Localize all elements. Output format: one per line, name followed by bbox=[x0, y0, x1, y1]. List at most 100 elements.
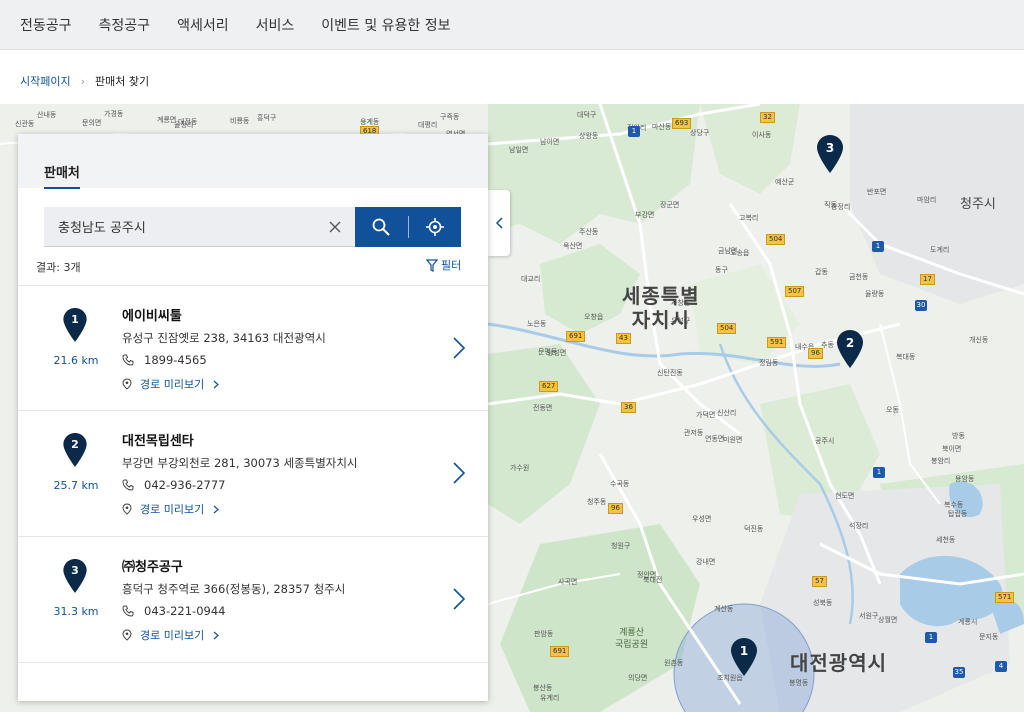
road-shield: 504 bbox=[717, 323, 737, 334]
result-item-1[interactable]: 1 21.6 km 에이비씨툴 유성구 진잠옛로 238, 34163 대전광역… bbox=[18, 285, 488, 411]
map-place-label: 옥산면 bbox=[563, 242, 583, 250]
road-shield: 35 bbox=[953, 667, 965, 678]
map-place-label: 현도면 bbox=[835, 492, 855, 500]
result-pin-number: 2 bbox=[71, 438, 79, 451]
panel-collapse-button[interactable] bbox=[488, 190, 510, 256]
nav-item-events-info[interactable]: 이벤트 및 유용한 정보 bbox=[321, 15, 450, 35]
road-shield: 627 bbox=[539, 381, 559, 392]
map-place-label: 가수원 bbox=[510, 464, 530, 472]
map-place-label: 추동 bbox=[821, 341, 834, 349]
chevron-right-icon[interactable] bbox=[452, 587, 466, 611]
map-pin-3[interactable]: 3 bbox=[817, 135, 843, 173]
chevron-right-icon[interactable] bbox=[452, 461, 466, 485]
road-shield: 36 bbox=[621, 402, 636, 413]
nav-item-service[interactable]: 서비스 bbox=[256, 15, 295, 35]
dealer-address: 유성구 진잠옛로 238, 34163 대전광역시 bbox=[122, 331, 326, 345]
nav-item-power-tools[interactable]: 전동공구 bbox=[20, 15, 72, 35]
result-pin-number: 3 bbox=[71, 564, 79, 577]
dealer-phone[interactable]: 1899-4565 bbox=[144, 353, 207, 367]
map-place-label: 상왕동 bbox=[579, 132, 599, 140]
map-place-label: 남일면 bbox=[509, 146, 529, 154]
road-shield: 691 bbox=[550, 646, 570, 657]
breadcrumb: 시작페이지 › 판매처 찾기 bbox=[20, 72, 149, 90]
map-pin-1[interactable]: 1 bbox=[731, 638, 757, 676]
map-place-label: 금천동 bbox=[849, 273, 869, 281]
map-place-label: 대평리 bbox=[418, 121, 438, 129]
breadcrumb-separator-icon: › bbox=[80, 74, 86, 88]
map-place-label: 원촌동 bbox=[664, 659, 684, 667]
breadcrumb-current: 판매처 찾기 bbox=[95, 75, 150, 88]
map-place-label: 고복리 bbox=[739, 214, 759, 222]
result-distance: 25.7 km bbox=[53, 479, 99, 492]
route-preview-label: 경로 미리보기 bbox=[140, 503, 205, 516]
locate-me-button[interactable] bbox=[408, 207, 461, 247]
map-place-label: 마암리 bbox=[917, 196, 937, 204]
map-place-label: 세천동 bbox=[936, 536, 956, 544]
map-place-label: 흥덕구 bbox=[257, 114, 277, 122]
nav-item-measuring-tools[interactable]: 측정공구 bbox=[99, 15, 151, 35]
map-pin-2[interactable]: 2 bbox=[837, 330, 863, 368]
top-navigation: 전동공구 측정공구 액세서리 서비스 이벤트 및 유용한 정보 bbox=[0, 0, 1024, 50]
map-place-label: 유계리 bbox=[540, 694, 560, 702]
road-shield: 504 bbox=[766, 234, 786, 245]
map-place-label: 관저동 bbox=[684, 429, 704, 437]
dealer-phone[interactable]: 043-221-0944 bbox=[144, 604, 225, 618]
road-shield: 32 bbox=[760, 112, 775, 123]
map-place-label: 이사동 bbox=[752, 131, 772, 139]
map-place-label: 부강면 bbox=[635, 211, 655, 219]
result-pin-1: 1 bbox=[63, 308, 87, 342]
map-label-daejeon: 대전광역시 bbox=[790, 651, 887, 675]
map-label-cheongju: 청주시 bbox=[960, 197, 996, 212]
road-shield: 30 bbox=[915, 300, 927, 311]
dealer-phone[interactable]: 042-936-2777 bbox=[144, 478, 225, 492]
breadcrumb-home-link[interactable]: 시작페이지 bbox=[20, 73, 71, 89]
route-preview-link[interactable]: 경로 미리보기 bbox=[122, 376, 220, 392]
route-preview-link[interactable]: 경로 미리보기 bbox=[122, 501, 220, 517]
map-place-label: 상월면 bbox=[878, 616, 898, 624]
road-shield: 57 bbox=[812, 576, 827, 587]
result-pin-2: 2 bbox=[63, 433, 87, 467]
map-place-label: 마산동 bbox=[652, 123, 672, 131]
map-place-label: 계룡시 bbox=[958, 618, 978, 626]
search-row bbox=[44, 207, 461, 247]
map-place-label: 북대전 bbox=[643, 576, 663, 584]
map-place-label: 문지동 bbox=[979, 633, 999, 641]
road-shield: 1 bbox=[628, 126, 640, 137]
phone-icon bbox=[122, 605, 134, 617]
map-place-label: 전동면 bbox=[533, 404, 553, 412]
tab-dealers[interactable]: 판매처 bbox=[44, 162, 80, 189]
result-pin-number: 1 bbox=[71, 313, 79, 326]
result-item-3[interactable]: 3 31.3 km ㈜청주공구 흥덕구 청주역로 366(정봉동), 28357… bbox=[18, 537, 488, 663]
map-place-label: 동구 bbox=[715, 266, 728, 274]
route-preview-label: 경로 미리보기 bbox=[140, 378, 205, 391]
filter-button[interactable]: 필터 bbox=[426, 257, 461, 273]
search-button-group bbox=[355, 207, 461, 247]
result-distance: 31.3 km bbox=[53, 605, 99, 618]
map-place-label: 봉명동 bbox=[789, 679, 809, 687]
map-place-label: 정림동 bbox=[759, 359, 779, 367]
search-button[interactable] bbox=[355, 207, 408, 247]
map-label-gyeryongsan-line1: 계룡산 bbox=[619, 628, 644, 638]
map-place-label: 북이면 bbox=[942, 445, 962, 453]
map-place-label: 판암동 bbox=[534, 630, 554, 638]
route-preview-link[interactable]: 경로 미리보기 bbox=[122, 627, 220, 643]
chevron-right-icon[interactable] bbox=[452, 336, 466, 360]
crosshair-icon bbox=[425, 218, 444, 236]
phone-icon bbox=[122, 479, 134, 491]
nav-item-accessories[interactable]: 액세서리 bbox=[177, 15, 229, 35]
close-icon bbox=[329, 221, 341, 233]
map-place-label: 남이면 bbox=[540, 138, 560, 146]
results-list: 1 21.6 km 에이비씨툴 유성구 진잠옛로 238, 34163 대전광역… bbox=[18, 285, 488, 663]
location-search-input[interactable] bbox=[44, 207, 355, 247]
result-item-2[interactable]: 2 25.7 km 대전목립센타 부강면 부강외천로 281, 30073 세종… bbox=[18, 411, 488, 537]
dealer-name: 에이비씨툴 bbox=[122, 309, 182, 324]
road-shield: 507 bbox=[785, 286, 805, 297]
dealer-name: 대전목립센타 bbox=[122, 434, 194, 449]
map-place-label: 오송읍 bbox=[730, 249, 750, 257]
map-place-label: 연동면 bbox=[705, 435, 725, 443]
map-place-label: 예산군 bbox=[775, 178, 795, 186]
clear-search-button[interactable] bbox=[326, 218, 344, 236]
filter-label: 필터 bbox=[441, 259, 462, 272]
map-place-label: 신산리 bbox=[717, 409, 737, 417]
map-place-label: 수곡동 bbox=[610, 480, 630, 488]
